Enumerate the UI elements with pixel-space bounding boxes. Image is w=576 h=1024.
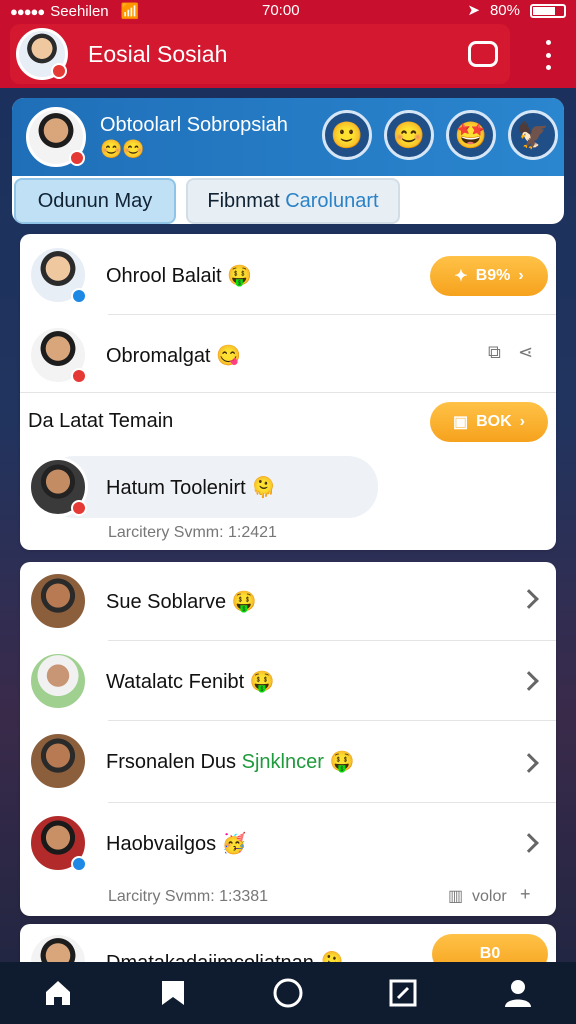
wifi-icon: 📶: [120, 3, 140, 20]
profile-title: Obtoolarl Sobropsiah: [100, 114, 288, 136]
list-item-name: Sue Soblarve 🤑: [106, 590, 257, 613]
avatar[interactable]: [28, 813, 88, 873]
app-title: Eosial Sosiah: [88, 40, 228, 67]
contacts-panel: Sue Soblarve 🤑 Watalatc Fenibt 🤑 Frsonal…: [20, 562, 556, 916]
avatar-badge: [69, 150, 85, 166]
feed-panel: Ohrool Balait 🤑 ✦ B9% › Obromalgat 😋 ⧉ ⋖…: [20, 234, 556, 550]
section-title: Da Latat Temain: [28, 410, 174, 432]
bottom-nav: [0, 962, 576, 1024]
list-item-name: Frsonalen Dus: [106, 750, 242, 773]
more-menu-icon[interactable]: [538, 40, 558, 70]
plus-icon[interactable]: +: [520, 884, 531, 905]
avatar[interactable]: [28, 651, 88, 711]
divider: [108, 314, 556, 315]
action-label: B0: [479, 945, 501, 962]
divider: [108, 802, 556, 803]
circle-icon[interactable]: [268, 973, 308, 1013]
battery-percent: 80%: [489, 2, 520, 19]
profile-card: Obtoolarl Sobropsiah 😊😊 🙂 😊 🤩 🦅 Odunun M…: [12, 98, 564, 224]
app-header: Eosial Sosiah: [10, 24, 510, 84]
tab-label: Fibnmat: [207, 189, 280, 212]
avatar-badge: [51, 63, 67, 79]
story-bubble[interactable]: 🙂: [322, 110, 372, 160]
arrow-right-icon: ›: [519, 413, 525, 430]
copy-icon[interactable]: ⧉: [488, 342, 501, 363]
story-bubble[interactable]: 😊: [384, 110, 434, 160]
avatar[interactable]: [28, 325, 88, 385]
profile-icon[interactable]: [498, 973, 538, 1013]
divider: [20, 392, 556, 393]
chevron-right-icon[interactable]: [519, 589, 539, 609]
avatar-badge: [71, 500, 87, 516]
arrow-right-icon: ›: [518, 267, 524, 284]
divider: [108, 720, 556, 721]
sparkle-icon: ✦: [454, 268, 468, 285]
home-icon[interactable]: [38, 973, 78, 1013]
list-item[interactable]: Ohrool Balait 🤑: [28, 240, 252, 310]
chevron-right-icon[interactable]: [519, 753, 539, 773]
list-item-name-accent: Sjnklncer: [241, 750, 324, 773]
avatar[interactable]: [28, 571, 88, 631]
list-item[interactable]: Haobvailgos 🥳: [28, 808, 247, 878]
divider: [108, 640, 556, 641]
caption: Larcitry Svmm: 1:3381: [108, 888, 269, 905]
action-button[interactable]: ✦ B9% ›: [430, 256, 548, 296]
tab-active[interactable]: Odunun May: [14, 178, 176, 224]
action-label: BOK: [476, 413, 512, 430]
story-bubble[interactable]: 🤩: [446, 110, 496, 160]
caption-action[interactable]: volor: [472, 888, 507, 906]
chat-name: Hatum Toolenirt 🫠: [106, 476, 277, 499]
list-item-name-suffix: 🤑: [323, 750, 355, 773]
location-icon: ➤: [467, 2, 480, 19]
chart-icon[interactable]: ▥: [448, 886, 463, 906]
action-label: B9%: [475, 267, 511, 284]
status-bar: ●●●●● Seehilen 📶 70:00 ➤ 80%: [0, 0, 576, 22]
status-right: ➤ 80%: [467, 0, 566, 22]
avatar-badge: [71, 288, 87, 304]
signal-icon: ●●●●●: [10, 3, 45, 19]
carrier-label: Seehilen: [50, 2, 109, 20]
calendar-icon: ▣: [452, 414, 469, 431]
tab-bar: Odunun May Fibnmat Carolunart: [12, 176, 564, 224]
avatar-badge: [71, 368, 87, 384]
list-item[interactable]: Watalatc Fenibt 🤑: [28, 646, 275, 716]
list-item-name: Watalatc Fenibt 🤑: [106, 670, 275, 693]
story-bubble[interactable]: 🦅: [508, 110, 558, 160]
compose-icon[interactable]: [383, 973, 423, 1013]
list-item-name: Ohrool Balait 🤑: [106, 264, 253, 287]
list-item[interactable]: Obromalgat 😋: [28, 320, 241, 390]
story-list: 🙂 😊 🤩 🦅: [322, 110, 558, 160]
list-item-name: Obromalgat 😋: [106, 344, 241, 367]
caption: Larcitery Svmm: 1:2421: [108, 524, 277, 541]
share-icon[interactable]: ⋖: [518, 342, 533, 363]
list-item-name: Haobvailgos 🥳: [106, 832, 247, 855]
user-avatar[interactable]: [16, 28, 68, 80]
tab-label-accent: Carolunart: [285, 189, 379, 212]
avatar[interactable]: [28, 457, 88, 517]
bookmark-icon[interactable]: [153, 973, 193, 1013]
profile-card-header: Obtoolarl Sobropsiah 😊😊 🙂 😊 🤩 🦅: [12, 98, 564, 176]
avatar[interactable]: [28, 245, 88, 305]
chevron-right-icon[interactable]: [519, 671, 539, 691]
clock: 70:00: [262, 2, 300, 19]
chevron-right-icon[interactable]: [519, 833, 539, 853]
profile-emoji: 😊😊: [100, 139, 145, 159]
list-item[interactable]: Frsonalen Dus Sjnklncer 🤑: [28, 726, 354, 796]
avatar[interactable]: [28, 731, 88, 791]
tab-inactive[interactable]: Fibnmat Carolunart: [186, 178, 400, 224]
list-item-name-group: Frsonalen Dus Sjnklncer 🤑: [106, 749, 354, 774]
book-button[interactable]: ▣ BOK ›: [430, 402, 548, 442]
notification-icon[interactable]: [468, 41, 498, 67]
chat-item[interactable]: Hatum Toolenirt 🫠: [28, 456, 276, 518]
list-item[interactable]: Sue Soblarve 🤑: [28, 566, 257, 636]
battery-icon: [530, 4, 566, 18]
avatar-badge: [71, 856, 87, 872]
profile-avatar[interactable]: [26, 107, 86, 167]
